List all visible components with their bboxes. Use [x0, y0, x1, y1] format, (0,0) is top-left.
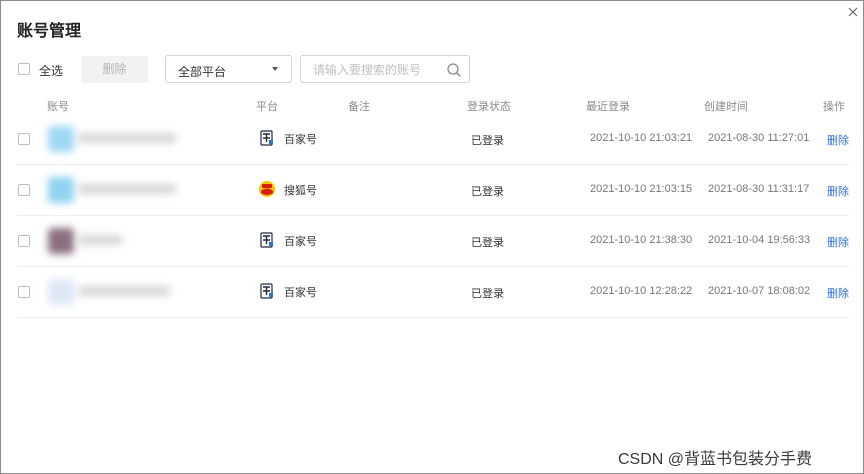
- table-row: 百家号 已登录 2021-10-10 21:03:21 2021-08-30 1…: [1, 114, 864, 165]
- account-name-redacted: [77, 286, 171, 296]
- last-login-time: 2021-10-10 21:03:21: [590, 132, 693, 144]
- search-input[interactable]: [313, 62, 443, 78]
- row-checkbox[interactable]: [18, 133, 30, 145]
- header-remark: 备注: [348, 101, 370, 113]
- watermark: CSDN @背蓝书包装分手费: [618, 451, 813, 468]
- platform-label: 百家号: [284, 134, 317, 146]
- account-name-redacted: [77, 133, 177, 143]
- platform-select-value: 全部平台: [178, 65, 227, 79]
- header-account: 账号: [47, 101, 69, 113]
- chevron-down-icon: [272, 67, 278, 71]
- created-time: 2021-10-04 19:56:33: [708, 234, 811, 246]
- created-time: 2021-08-30 11:27:01: [708, 132, 810, 144]
- login-status: 已登录: [471, 237, 504, 249]
- header-last-login: 最近登录: [586, 101, 630, 113]
- created-time: 2021-10-07 18:08:02: [708, 285, 811, 297]
- login-status: 已登录: [471, 288, 504, 300]
- baijiahao-icon: [260, 130, 273, 146]
- dialog-title: 账号管理: [17, 23, 82, 40]
- baijiahao-icon: [260, 232, 273, 248]
- avatar: [48, 279, 74, 305]
- avatar: [48, 177, 74, 203]
- table-row: 搜狐号 已登录 2021-10-10 21:03:15 2021-08-30 1…: [1, 165, 864, 216]
- table-row: 百家号 已登录 2021-10-10 12:28:22 2021-10-07 1…: [1, 267, 864, 318]
- platform-label: 百家号: [284, 287, 317, 299]
- row-checkbox[interactable]: [18, 235, 30, 247]
- created-time: 2021-08-30 11:31:17: [708, 183, 810, 195]
- baijiahao-icon: [260, 283, 273, 299]
- sohu-icon: [259, 181, 275, 197]
- platform-label: 百家号: [284, 236, 317, 248]
- select-all-checkbox[interactable]: [18, 63, 30, 75]
- table-row: 百家号 已登录 2021-10-10 21:38:30 2021-10-04 1…: [1, 216, 864, 267]
- bulk-delete-button[interactable]: 删除: [81, 56, 148, 83]
- search-icon[interactable]: [446, 62, 462, 78]
- search-box[interactable]: [300, 55, 470, 83]
- delete-link[interactable]: 删除: [827, 234, 849, 250]
- last-login-time: 2021-10-10 12:28:22: [590, 285, 693, 297]
- account-management-dialog: 账号管理 全选 删除 全部平台 账号 平台 备注 登录状态 最近登录 创建时间 …: [0, 0, 864, 474]
- row-checkbox[interactable]: [18, 184, 30, 196]
- header-platform: 平台: [256, 101, 278, 113]
- row-checkbox[interactable]: [18, 286, 30, 298]
- last-login-time: 2021-10-10 21:03:15: [590, 183, 693, 195]
- platform-select[interactable]: 全部平台: [165, 55, 292, 83]
- avatar: [48, 126, 74, 152]
- platform-label: 搜狐号: [284, 185, 317, 197]
- login-status: 已登录: [471, 186, 504, 198]
- delete-link[interactable]: 删除: [827, 132, 849, 148]
- header-action: 操作: [823, 101, 845, 113]
- account-name-redacted: [77, 184, 177, 194]
- header-status: 登录状态: [467, 101, 511, 113]
- select-all-label: 全选: [39, 64, 64, 78]
- row-divider: [17, 317, 849, 318]
- account-name-redacted: [77, 235, 123, 245]
- delete-link[interactable]: 删除: [827, 183, 849, 199]
- header-created: 创建时间: [704, 101, 748, 113]
- last-login-time: 2021-10-10 21:38:30: [590, 234, 693, 246]
- login-status: 已登录: [471, 135, 504, 147]
- delete-link[interactable]: 删除: [827, 285, 849, 301]
- avatar: [48, 228, 74, 254]
- close-icon[interactable]: [847, 6, 859, 18]
